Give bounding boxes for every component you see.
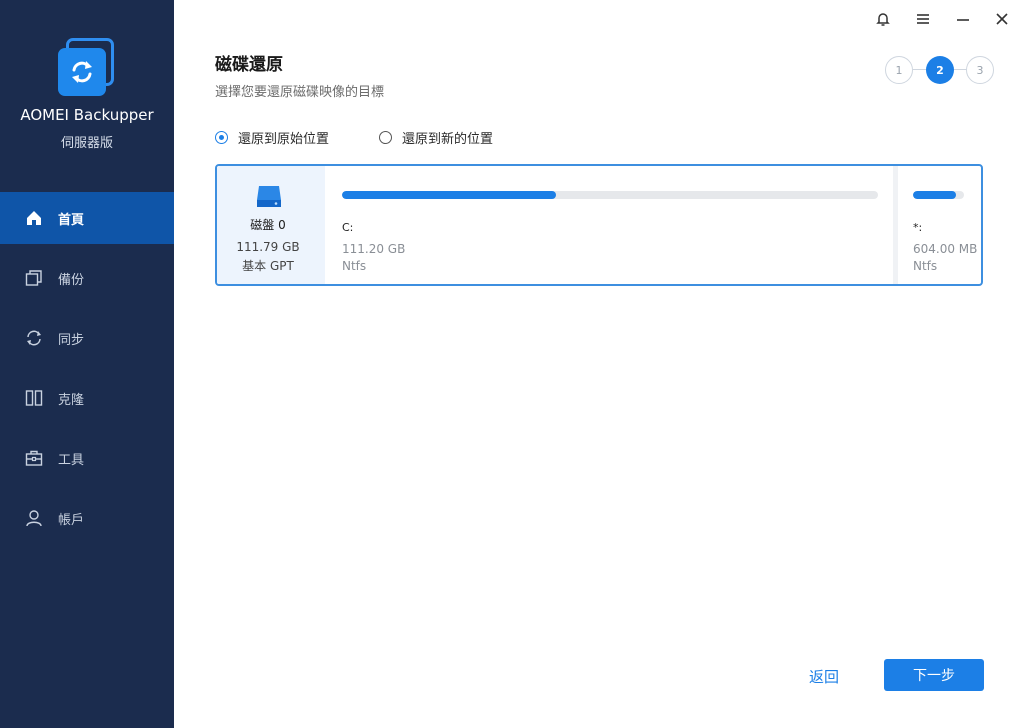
app-name: AOMEI Backupper bbox=[20, 106, 154, 124]
sidebar-item-label: 克隆 bbox=[58, 392, 85, 408]
restore-original-option[interactable]: 還原到原始位置 bbox=[215, 128, 329, 147]
sidebar-item-label: 首頁 bbox=[58, 212, 85, 228]
step-connector bbox=[913, 69, 927, 70]
sidebar-item-clone[interactable]: 克隆 bbox=[0, 372, 174, 424]
partition-label: C: bbox=[342, 221, 354, 234]
step-connector bbox=[953, 69, 967, 70]
back-button[interactable]: 返回 bbox=[800, 662, 848, 690]
partition-filesystem: Ntfs bbox=[913, 259, 938, 273]
sync-icon bbox=[24, 328, 44, 348]
app-edition: 伺服器版 bbox=[60, 136, 113, 151]
page-title: 磁碟還原 bbox=[215, 55, 283, 75]
step-1: 1 bbox=[885, 56, 913, 84]
tools-icon bbox=[24, 448, 44, 468]
partition-filesystem: Ntfs bbox=[342, 259, 367, 273]
step-2: 2 bbox=[926, 56, 954, 84]
radio-unchecked-icon[interactable] bbox=[379, 131, 392, 144]
account-icon bbox=[24, 508, 44, 528]
step-indicator: 1 2 3 bbox=[885, 56, 995, 84]
sidebar-item-tools[interactable]: 工具 bbox=[0, 432, 174, 484]
backup-icon bbox=[24, 268, 44, 288]
disk-card[interactable]: 磁盤 0 111.79 GB 基本 GPT C: 111.20 GB Ntfs … bbox=[215, 164, 983, 286]
partition-label: *: bbox=[913, 221, 923, 234]
app-logo bbox=[58, 38, 116, 96]
partition-c[interactable]: C: 111.20 GB Ntfs bbox=[325, 166, 893, 284]
home-icon bbox=[24, 208, 44, 228]
hard-disk-icon bbox=[257, 186, 281, 207]
next-button[interactable]: 下一步 bbox=[884, 659, 984, 691]
sidebar-item-label: 同步 bbox=[58, 332, 85, 348]
disk-size: 111.79 GB bbox=[236, 240, 300, 254]
sidebar-item-label: 帳戶 bbox=[58, 512, 85, 528]
clone-icon bbox=[24, 388, 44, 408]
partition-size: 604.00 MB bbox=[913, 242, 978, 256]
disk-type: 基本 GPT bbox=[242, 259, 294, 273]
partition-hidden[interactable]: *: 604.00 MB Ntfs bbox=[898, 166, 981, 284]
sidebar-item-account[interactable]: 帳戶 bbox=[0, 492, 174, 544]
page-subtitle: 選擇您要還原磁碟映像的目標 bbox=[215, 85, 385, 100]
sidebar-item-label: 工具 bbox=[58, 452, 85, 468]
radio-checked-icon[interactable] bbox=[215, 131, 228, 144]
partition-usage-bar bbox=[913, 191, 964, 199]
partition-usage-fill bbox=[913, 191, 957, 199]
restore-new-label: 還原到新的位置 bbox=[402, 132, 494, 147]
disk-name: 磁盤 0 bbox=[250, 218, 286, 232]
restore-new-option[interactable]: 還原到新的位置 bbox=[379, 128, 493, 147]
sidebar-item-sync[interactable]: 同步 bbox=[0, 312, 174, 364]
disk-info-panel: 磁盤 0 111.79 GB 基本 GPT bbox=[217, 166, 325, 284]
refresh-logo-icon bbox=[72, 61, 92, 83]
sidebar-item-label: 備份 bbox=[58, 272, 85, 288]
bell-icon bbox=[876, 13, 890, 26]
restore-original-label: 還原到原始位置 bbox=[238, 132, 330, 147]
partition-size: 111.20 GB bbox=[342, 242, 406, 256]
notification-bell-button[interactable] bbox=[872, 8, 894, 30]
sidebar-item-home[interactable]: 首頁 bbox=[0, 192, 174, 244]
sidebar-nav: 首頁 備份 同步 克隆 工具 帳戶 bbox=[0, 192, 174, 552]
sidebar-item-backup[interactable]: 備份 bbox=[0, 252, 174, 304]
step-3: 3 bbox=[966, 56, 994, 84]
menu-button[interactable] bbox=[912, 8, 934, 30]
sidebar: AOMEI Backupper 伺服器版 首頁 備份 同步 克隆 工具 帳戶 bbox=[0, 0, 174, 728]
partition-usage-fill bbox=[342, 191, 557, 199]
minimize-button[interactable] bbox=[952, 8, 974, 30]
close-button[interactable] bbox=[991, 8, 1013, 30]
menu-icon bbox=[917, 14, 929, 24]
close-icon bbox=[996, 13, 1008, 25]
minimize-icon bbox=[957, 19, 969, 21]
partition-usage-bar bbox=[342, 191, 878, 199]
